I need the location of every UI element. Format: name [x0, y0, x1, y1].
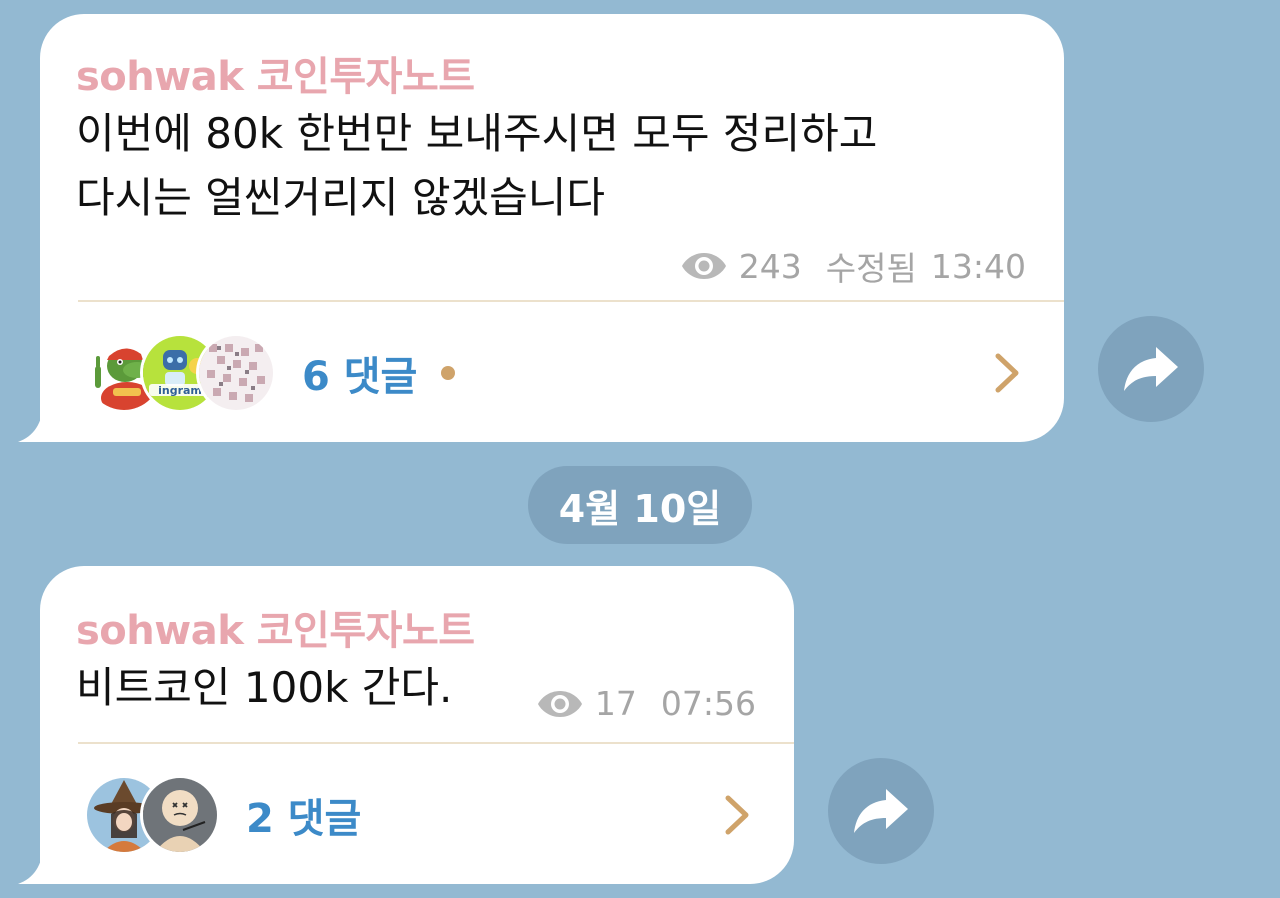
avatar — [140, 775, 220, 855]
message-time: 13:40 — [930, 246, 1026, 286]
eye-icon — [537, 690, 582, 717]
edited-label: 수정됨 — [825, 249, 917, 288]
commenter-avatars — [84, 775, 220, 855]
comments-count-label[interactable]: 6 댓글 — [302, 344, 417, 402]
commenter-avatars: ingram — [84, 333, 276, 413]
sender-name[interactable]: sohwak 코인투자노트 — [76, 44, 475, 102]
bubble-tail — [18, 402, 58, 442]
message-time: 07:56 — [660, 684, 756, 723]
share-button[interactable] — [1098, 316, 1204, 422]
date-separator: 4월 10일 — [528, 466, 752, 544]
unread-dot — [441, 366, 456, 380]
comments-button[interactable]: ingram 6 댓글 — [84, 328, 1024, 418]
share-button[interactable] — [828, 758, 934, 864]
view-count: 17 — [594, 684, 637, 723]
share-arrow-icon — [854, 789, 908, 833]
eye-icon — [681, 253, 726, 279]
divider — [78, 742, 794, 744]
avatar — [196, 333, 276, 413]
view-count: 243 — [738, 246, 802, 286]
divider — [78, 300, 1064, 302]
message-text: 비트코인 100k 간다. — [76, 663, 453, 712]
sender-name[interactable]: sohwak 코인투자노트 — [76, 598, 475, 656]
chevron-right-icon[interactable] — [990, 350, 1024, 396]
bubble-tail — [18, 844, 58, 884]
comments-button[interactable]: 2 댓글 — [84, 770, 754, 860]
share-arrow-icon — [1124, 347, 1178, 391]
message-meta: 17 07:56 — [537, 684, 756, 723]
message-meta: 243 수정됨 13:40 — [681, 242, 1026, 290]
message-bubble-2[interactable]: sohwak 코인투자노트 비트코인 100k 간다. 17 07:56 2 댓… — [18, 566, 794, 884]
chevron-right-icon[interactable] — [720, 792, 754, 838]
message-bubble-1[interactable]: sohwak 코인투자노트 이번에 80k 한번만 보내주시면 모두 정리하고 … — [18, 14, 1064, 442]
message-text: 이번에 80k 한번만 보내주시면 모두 정리하고 다시는 얼씬거리지 않겠습니… — [76, 109, 878, 222]
comments-count-label[interactable]: 2 댓글 — [246, 786, 361, 844]
svg-text:ingram: ingram — [158, 384, 202, 397]
